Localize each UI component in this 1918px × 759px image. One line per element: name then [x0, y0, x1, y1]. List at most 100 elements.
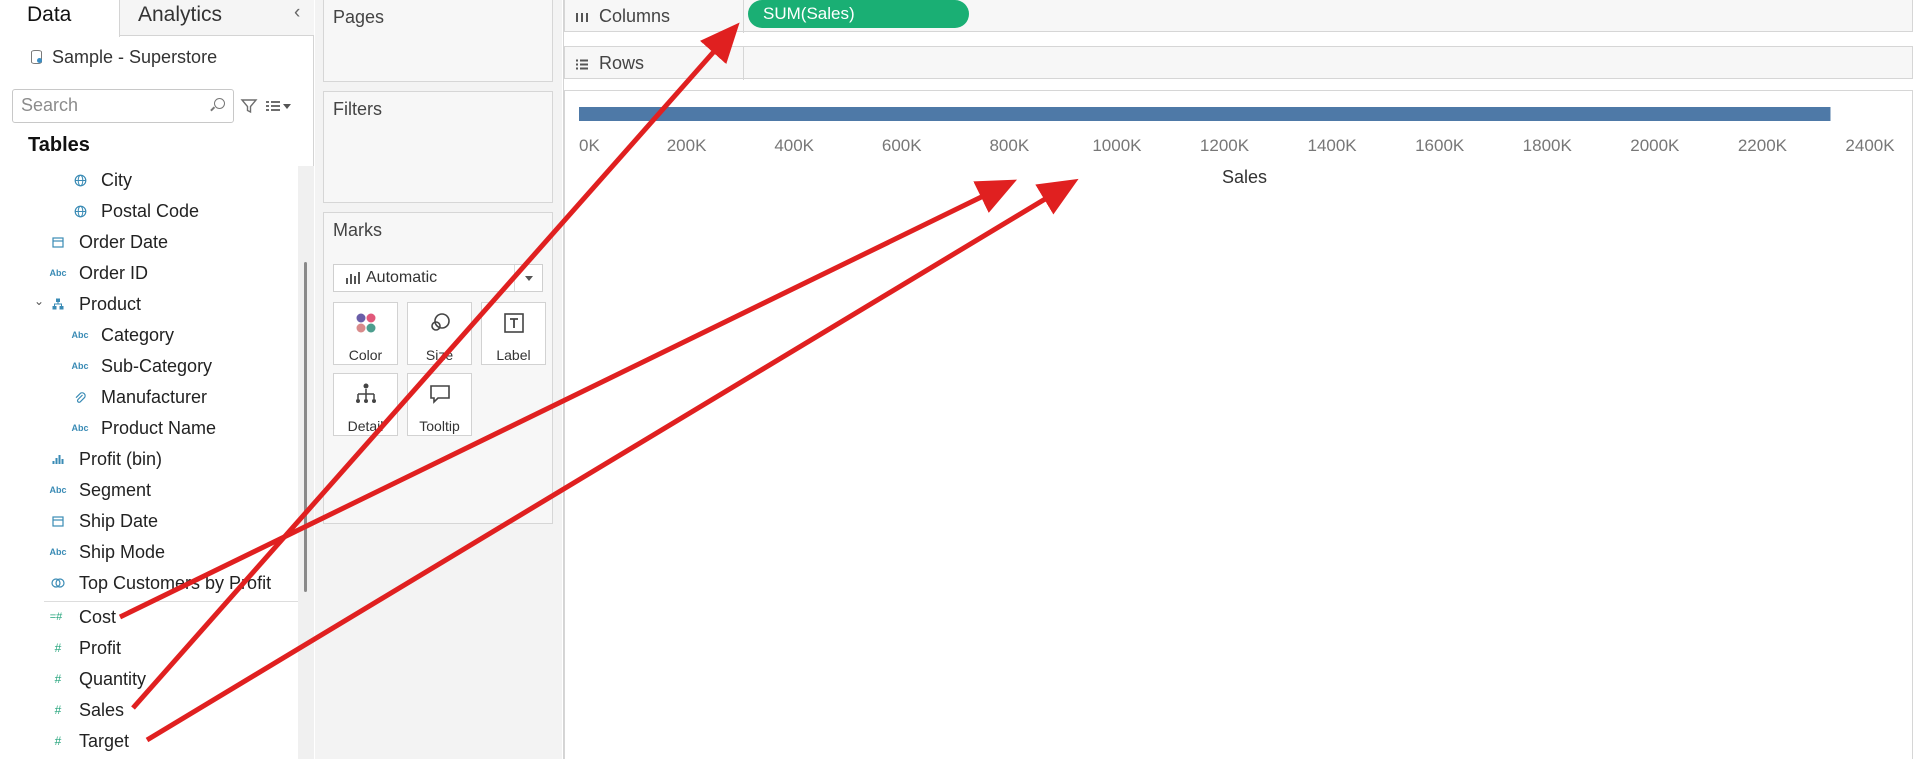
label-button[interactable]: Label — [481, 302, 546, 365]
label-label: Label — [496, 347, 531, 363]
bin-icon — [50, 451, 66, 467]
abc-icon: Abc — [49, 268, 67, 278]
datasource-icon — [30, 49, 44, 65]
bar-chart-icon — [346, 272, 360, 284]
x-tick-label: 1600K — [1415, 136, 1465, 155]
hash-icon: # — [54, 703, 62, 717]
calendar-icon — [50, 513, 66, 529]
abc-icon: Abc — [71, 423, 89, 433]
abc-icon: Abc — [49, 547, 67, 557]
label-icon — [504, 313, 524, 333]
search-input[interactable] — [21, 90, 211, 120]
field-label: Top Customers by Profit — [79, 572, 272, 593]
pages-card[interactable]: Pages — [323, 0, 553, 82]
field-label: Sales — [79, 699, 125, 720]
search-box[interactable] — [12, 89, 234, 123]
collapse-pane-icon[interactable]: ‹ — [294, 2, 300, 24]
sum-sales-pill[interactable]: SUM(Sales) — [748, 0, 969, 28]
x-tick-label: 1400K — [1307, 136, 1357, 155]
x-tick-label: 0K — [579, 136, 600, 155]
field-label: Postal Code — [101, 200, 200, 221]
size-label: Size — [425, 347, 454, 363]
field-label: Ship Date — [79, 510, 159, 531]
chevron-down-icon[interactable]: ⌄ — [34, 294, 44, 308]
x-tick-label: 1800K — [1523, 136, 1573, 155]
field-label: Ship Mode — [79, 541, 166, 562]
x-tick-label: 1000K — [1092, 136, 1142, 155]
detail-icon — [356, 383, 376, 403]
chevron-down-icon[interactable] — [514, 265, 542, 291]
x-tick-label: 2400K — [1845, 136, 1895, 155]
field-label: City — [101, 169, 132, 190]
color-icon — [356, 313, 376, 333]
field-label: Sub-Category — [101, 355, 213, 376]
shelf-divider — [743, 0, 744, 33]
field-label: Profit (bin) — [79, 448, 163, 469]
size-icon — [431, 313, 450, 331]
cards-column: Pages Filters Marks Automatic Color Size… — [315, 0, 562, 759]
paperclip-icon — [72, 389, 88, 405]
abc-icon: Abc — [71, 361, 89, 371]
set-icon — [50, 575, 66, 591]
tables-heading: Tables — [28, 134, 90, 156]
viz-frame: 0K 200K 400K 600K 800K 1000K 1200K 1400K 1600K 18… — [564, 90, 1913, 759]
tab-analytics[interactable]: Analytics — [121, 0, 291, 36]
search-row — [12, 89, 304, 123]
field-label: Profit — [79, 637, 122, 658]
filter-icon[interactable] — [240, 97, 258, 115]
abc-icon: Abc — [71, 330, 89, 340]
tooltip-icon — [430, 385, 450, 404]
color-button[interactable]: Color — [333, 302, 398, 365]
chevron-down-icon — [283, 103, 291, 109]
color-label: Color — [348, 347, 383, 363]
hash-icon: # — [54, 672, 62, 686]
sales-bar[interactable] — [579, 107, 1831, 121]
columns-label: Columns — [599, 6, 671, 26]
marks-title: Marks — [333, 220, 382, 240]
x-tick-label: 400K — [774, 136, 814, 155]
data-pane: Data Analytics ‹ Sample - Superstore Sea… — [0, 0, 314, 759]
field-label: Order Date — [79, 231, 169, 252]
search-icon — [214, 98, 225, 109]
pane-tabs: Data Analytics ‹ — [0, 0, 314, 37]
x-tick-label: 2200K — [1738, 136, 1788, 155]
abc-icon: Abc — [49, 485, 67, 495]
mark-type-dropdown[interactable]: Automatic — [333, 264, 543, 292]
scrollbar-thumb[interactable] — [304, 262, 307, 592]
datasource-item[interactable]: Sample - Superstore — [30, 45, 217, 69]
filters-title: Filters — [333, 99, 382, 119]
calendar-icon — [50, 234, 66, 250]
filters-card[interactable]: Filters — [323, 91, 553, 203]
columns-shelf-label: Columns — [575, 6, 670, 27]
tooltip-label: Tooltip — [419, 418, 460, 434]
field-label: Order ID — [79, 262, 149, 283]
size-button[interactable]: Size — [407, 302, 472, 365]
detail-button[interactable]: Detail — [333, 373, 398, 436]
x-tick-label: 200K — [667, 136, 707, 155]
globe-icon — [72, 203, 88, 219]
rows-shelf[interactable]: Rows — [564, 46, 1913, 80]
datasource-name: Sample - Superstore — [52, 46, 218, 67]
x-tick-label: 1200K — [1200, 136, 1250, 155]
field-label: Segment — [79, 479, 152, 500]
mark-type-value: Automatic — [366, 269, 438, 286]
marks-card: Marks Automatic Color Size Label Detail … — [323, 212, 553, 524]
x-tick-label: 600K — [882, 136, 922, 155]
pages-title: Pages — [333, 7, 385, 27]
x-tick-label: 2000K — [1630, 136, 1680, 155]
tooltip-button[interactable]: Tooltip — [407, 373, 472, 436]
sales-bar-chart: 0K 200K 400K 600K 800K 1000K 1200K 1400K 1600K 18… — [579, 107, 1895, 187]
globe-icon — [72, 172, 88, 188]
hash-icon: # — [54, 734, 62, 748]
x-axis-title[interactable]: Sales — [1222, 167, 1267, 187]
view-options-icon[interactable] — [266, 97, 296, 115]
shelf-divider — [743, 47, 744, 80]
tab-data[interactable]: Data — [0, 0, 120, 37]
hash-icon: # — [54, 641, 62, 655]
field-label: Category — [101, 324, 175, 345]
columns-icon — [576, 12, 588, 22]
rows-shelf-label: Rows — [575, 53, 644, 74]
view-area: Columns SUM(Sales) Rows 0K 200K 400K 600K 80… — [563, 0, 1918, 759]
columns-shelf[interactable]: Columns SUM(Sales) — [564, 0, 1913, 33]
detail-label: Detail — [347, 418, 384, 434]
